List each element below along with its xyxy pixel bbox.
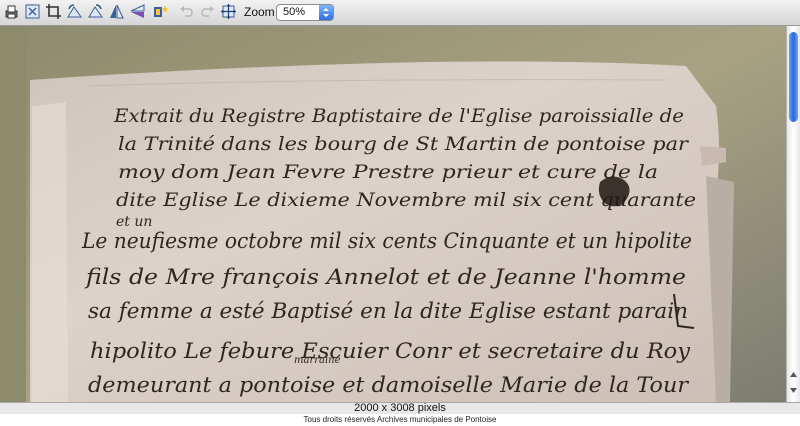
zoom-select[interactable]: 50% — [276, 4, 334, 21]
zoom-value: 50% — [283, 6, 306, 18]
copyright-caption: Tous droits réservés Archives municipale… — [303, 415, 497, 424]
flip-horizontal-icon[interactable] — [108, 3, 125, 20]
toolbar: Zoom 50% — [0, 0, 800, 26]
zoom-label: Zoom — [244, 5, 275, 19]
manuscript-line: Extrait du Registre Baptistaire de l'Egl… — [113, 105, 684, 127]
scroll-up-arrow-icon[interactable] — [789, 370, 798, 379]
scroll-down-arrow-icon[interactable] — [789, 386, 798, 395]
vertical-scrollbar[interactable] — [786, 26, 800, 402]
chevron-updown-icon[interactable] — [319, 5, 333, 20]
manuscript-line: hipolito Le febure Escuier Conr et secre… — [90, 339, 691, 363]
viewer-gutter — [0, 26, 26, 402]
manuscript-line: demeurant a pontoise et damoiselle Marie… — [88, 373, 690, 397]
crop-icon[interactable] — [45, 3, 62, 20]
manuscript-line: et un — [116, 214, 152, 230]
manuscript-line: la Trinité dans les bourg de St Martin d… — [118, 133, 690, 155]
undo-icon[interactable] — [178, 3, 195, 20]
image-dimensions-status: 2000 x 3008 pixels — [0, 402, 800, 414]
manuscript-interlinear-note: marraine — [294, 355, 341, 366]
scrollbar-thumb[interactable] — [789, 32, 798, 122]
manuscript-line: sa femme a esté Baptisé en la dite Eglis… — [88, 299, 688, 323]
manuscript-line: fils de Mre françois Annelot et de Jeann… — [84, 265, 686, 289]
fit-page-icon[interactable] — [24, 3, 41, 20]
manuscript-line: Le neufiesme octobre mil six cents Cinqu… — [81, 229, 692, 253]
rotate-left-icon[interactable] — [66, 3, 83, 20]
image-viewer[interactable]: Extrait du Registre Baptistaire de l'Egl… — [0, 26, 800, 402]
redo-icon[interactable] — [199, 3, 216, 20]
flip-vertical-icon[interactable] — [129, 3, 146, 20]
color-adjust-icon[interactable] — [152, 3, 169, 20]
manuscript-scan: Extrait du Registre Baptistaire de l'Egl… — [26, 26, 786, 402]
fit-window-icon[interactable] — [220, 3, 237, 20]
manuscript-line: moy dom Jean Fevre Prestre prieur et cur… — [118, 161, 658, 183]
print-icon[interactable] — [3, 3, 20, 20]
rotate-right-icon[interactable] — [87, 3, 104, 20]
